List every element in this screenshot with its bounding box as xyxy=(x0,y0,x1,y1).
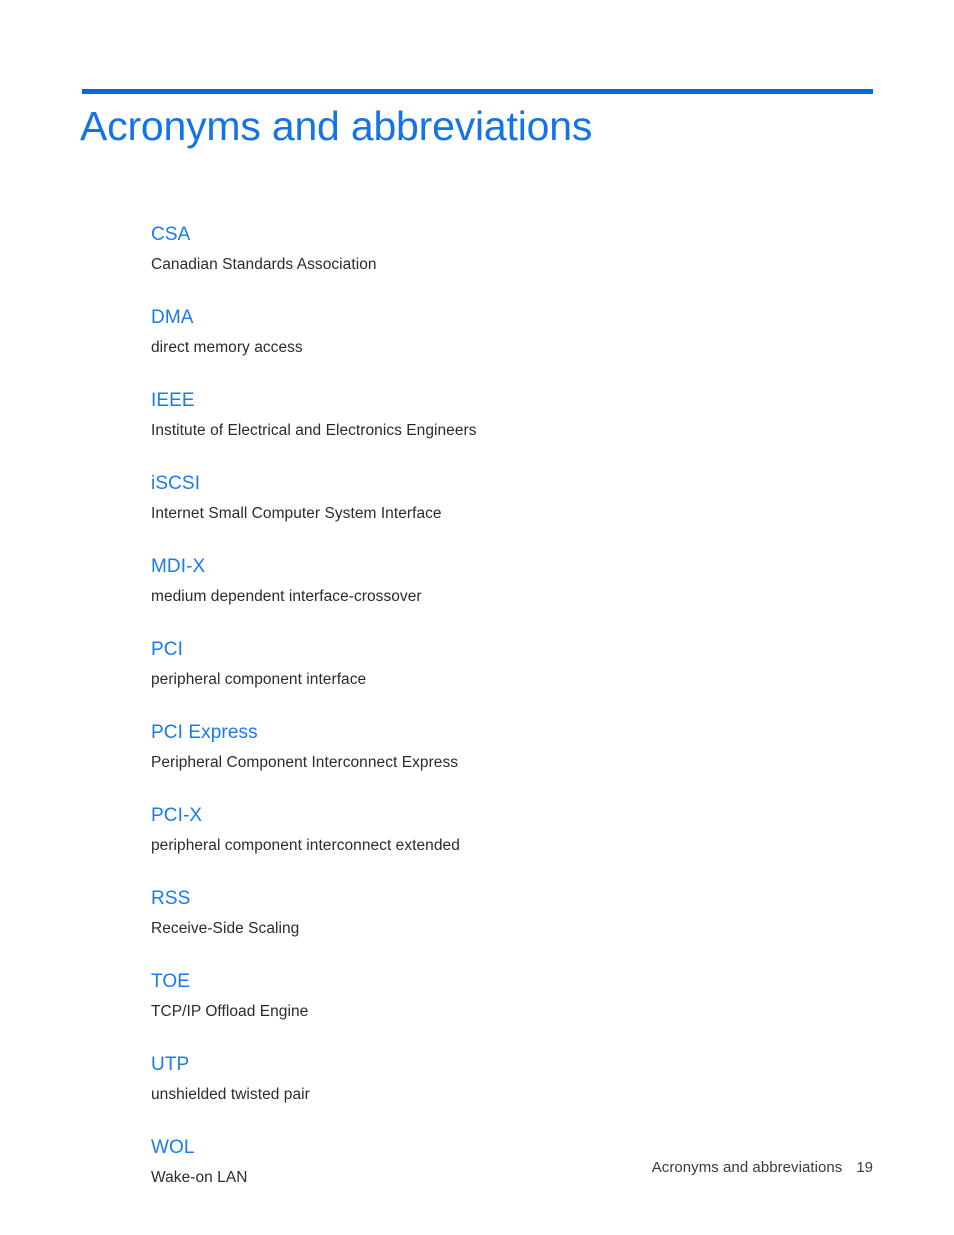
glossary-definition: Peripheral Component Interconnect Expres… xyxy=(151,754,459,771)
footer-section-label: Acronyms and abbreviations xyxy=(651,1159,843,1176)
glossary-entry: UTP unshielded twisted pair xyxy=(151,1052,873,1106)
glossary-term: DMA xyxy=(151,307,194,328)
glossary-entry: TOE TCP/IP Offload Engine xyxy=(151,969,873,1023)
glossary-term: IEEE xyxy=(151,390,195,411)
page-title: Acronyms and abbreviations xyxy=(80,103,593,149)
glossary-term: iSCSI xyxy=(151,473,201,494)
glossary-definition: peripheral component interconnect extend… xyxy=(151,837,460,854)
glossary-entry: RSS Receive-Side Scaling xyxy=(151,886,873,940)
glossary-entry: CSA Canadian Standards Association xyxy=(151,222,873,276)
glossary-entry: DMA direct memory access xyxy=(151,305,873,359)
glossary-entry: MDI-X medium dependent interface-crossove… xyxy=(151,554,873,608)
glossary-definition: TCP/IP Offload Engine xyxy=(151,1003,309,1020)
glossary-entry: IEEE Institute of Electrical and Electron… xyxy=(151,388,873,442)
glossary-entry: iSCSI Internet Small Computer System Inte… xyxy=(151,471,873,525)
glossary-entry: PCI Express Peripheral Component Intercon… xyxy=(151,720,873,774)
glossary-definition: Canadian Standards Association xyxy=(151,256,377,273)
glossary-entry: PCI-X peripheral component interconnect e… xyxy=(151,803,873,857)
glossary-term: PCI Express xyxy=(151,722,258,743)
glossary-definition: Institute of Electrical and Electronics … xyxy=(151,422,477,439)
title-rule-divider xyxy=(82,89,873,94)
glossary-term: PCI-X xyxy=(151,805,203,826)
glossary-term: RSS xyxy=(151,888,191,909)
glossary-term: CSA xyxy=(151,224,191,245)
footer-page-number: 19 xyxy=(856,1159,873,1176)
glossary-term: UTP xyxy=(151,1054,190,1075)
glossary-definition: direct memory access xyxy=(151,339,303,356)
glossary-term: MDI-X xyxy=(151,556,206,577)
glossary-list: CSA Canadian Standards Association DMA dire… xyxy=(151,222,873,1189)
document-page: Acronyms and abbreviations CSA Canadian S… xyxy=(0,0,954,1235)
glossary-definition: Receive-Side Scaling xyxy=(151,920,300,937)
page-footer: Acronyms and abbreviations 19 xyxy=(0,1158,873,1178)
glossary-definition: peripheral component interface xyxy=(151,671,367,688)
glossary-term: PCI xyxy=(151,639,183,660)
glossary-definition: unshielded twisted pair xyxy=(151,1086,310,1103)
glossary-definition: medium dependent interface-crossover xyxy=(151,588,422,605)
glossary-definition: Internet Small Computer System Interface xyxy=(151,505,442,522)
glossary-term: TOE xyxy=(151,971,191,992)
glossary-entry: PCI peripheral component interface xyxy=(151,637,873,691)
